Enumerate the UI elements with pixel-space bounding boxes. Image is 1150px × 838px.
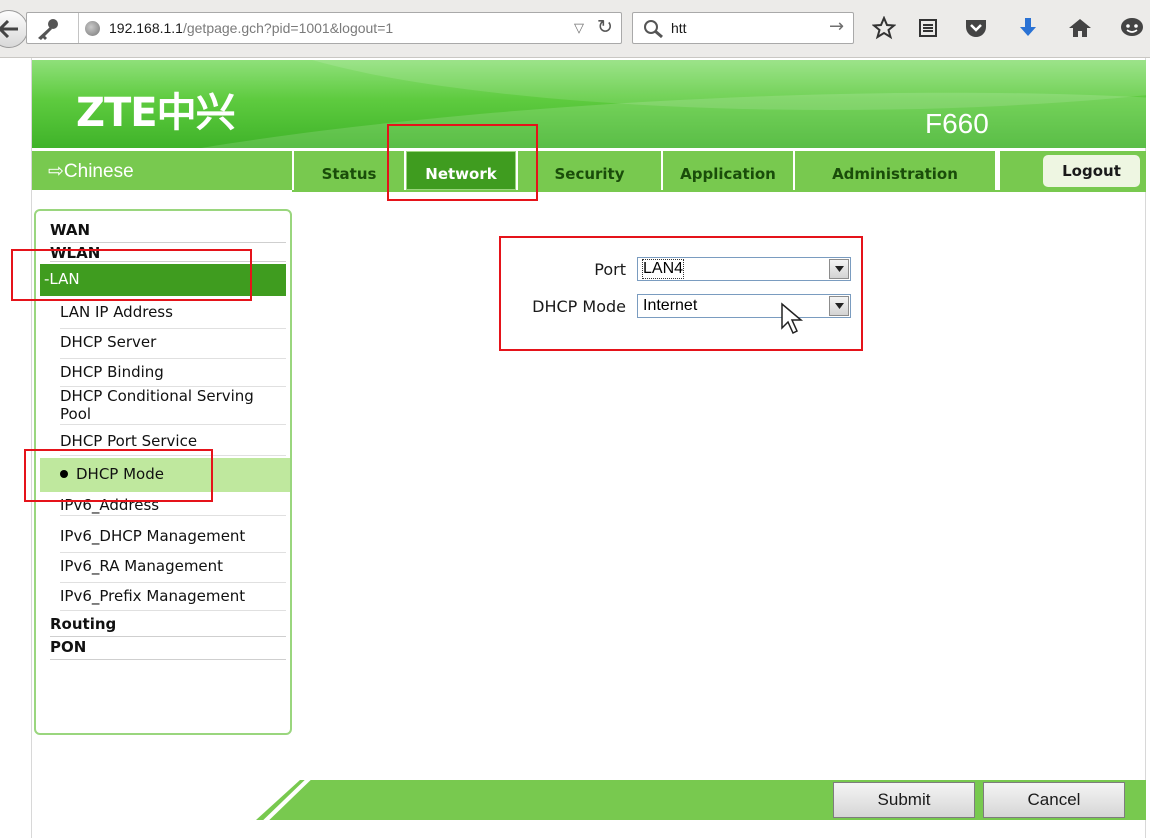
tab-label: Application — [680, 165, 776, 183]
language-switch[interactable]: ⇨Chinese — [32, 151, 292, 190]
sidebar-item-wan[interactable]: WAN — [50, 221, 286, 243]
header-banner: ZTE中兴 F660 — [32, 60, 1146, 148]
tab-label: Administration — [832, 165, 958, 183]
annotation-box-lan — [11, 249, 252, 301]
search-input[interactable]: htt — [671, 20, 687, 36]
annotation-box-network — [387, 124, 538, 201]
search-go-icon[interactable]: → — [829, 16, 844, 37]
address-bar[interactable]: 192.168.1.1/getpage.gch?pid=1001&logout=… — [26, 12, 622, 44]
search-bar[interactable]: htt → — [632, 12, 854, 44]
annotation-box-dhcp-mode — [24, 449, 213, 502]
sidebar-item-dhcp-binding[interactable]: DHCP Binding — [60, 363, 286, 387]
sidebar-item-ipv6-prefix-management[interactable]: IPv6_Prefix Management — [60, 587, 286, 611]
sidebar-item-dhcp-conditional-serving-pool[interactable]: DHCP Conditional Serving Pool — [60, 387, 286, 425]
tab-label: Security — [554, 165, 625, 183]
logout-button[interactable]: Logout — [1043, 155, 1140, 187]
url-text[interactable]: 192.168.1.1/getpage.gch?pid=1001&logout=… — [109, 20, 393, 36]
browser-toolbar: 192.168.1.1/getpage.gch?pid=1001&logout=… — [0, 0, 1150, 58]
url-path: /getpage.gch?pid=1001&logout=1 — [182, 20, 394, 36]
annotation-box-form — [499, 236, 863, 351]
search-icon — [644, 20, 663, 39]
url-host: 192.168.1.1 — [109, 20, 183, 36]
sidebar-item-dhcp-server[interactable]: DHCP Server — [60, 333, 286, 359]
reading-list-icon[interactable] — [914, 14, 942, 42]
reload-icon[interactable]: ↻ — [597, 16, 613, 38]
tab-application[interactable]: Application — [663, 151, 793, 190]
back-button[interactable] — [0, 10, 28, 48]
sidebar-item-routing[interactable]: Routing — [50, 615, 286, 637]
tab-security[interactable]: Security — [518, 151, 661, 190]
chat-icon[interactable] — [1118, 14, 1146, 42]
sidebar-item-ipv6-ra-management[interactable]: IPv6_RA Management — [60, 557, 286, 583]
key-icon — [38, 19, 58, 40]
home-icon[interactable] — [1066, 14, 1094, 42]
back-arrow-icon — [0, 20, 18, 38]
pocket-icon[interactable] — [962, 14, 990, 42]
tab-administration[interactable]: Administration — [795, 151, 995, 190]
sidebar-item-lan-ip-address[interactable]: LAN IP Address — [60, 303, 286, 329]
logout-area: Logout — [1000, 151, 1146, 190]
sidebar-item-ipv6-dhcp-management[interactable]: IPv6_DHCP Management — [60, 527, 286, 553]
device-model: F660 — [925, 108, 989, 139]
cancel-button[interactable]: Cancel — [983, 782, 1125, 818]
tab-label: Status — [321, 165, 377, 183]
globe-icon — [85, 21, 100, 36]
download-icon[interactable] — [1014, 14, 1042, 42]
banner-wave — [232, 60, 1146, 110]
urlbar-separator — [65, 13, 79, 43]
sidebar-item-pon[interactable]: PON — [50, 638, 286, 660]
submit-button[interactable]: Submit — [833, 782, 975, 818]
zte-logo: ZTE中兴 — [76, 90, 236, 136]
bookmark-star-icon[interactable] — [870, 14, 898, 42]
history-dropdown-icon[interactable]: ▽ — [574, 21, 584, 36]
